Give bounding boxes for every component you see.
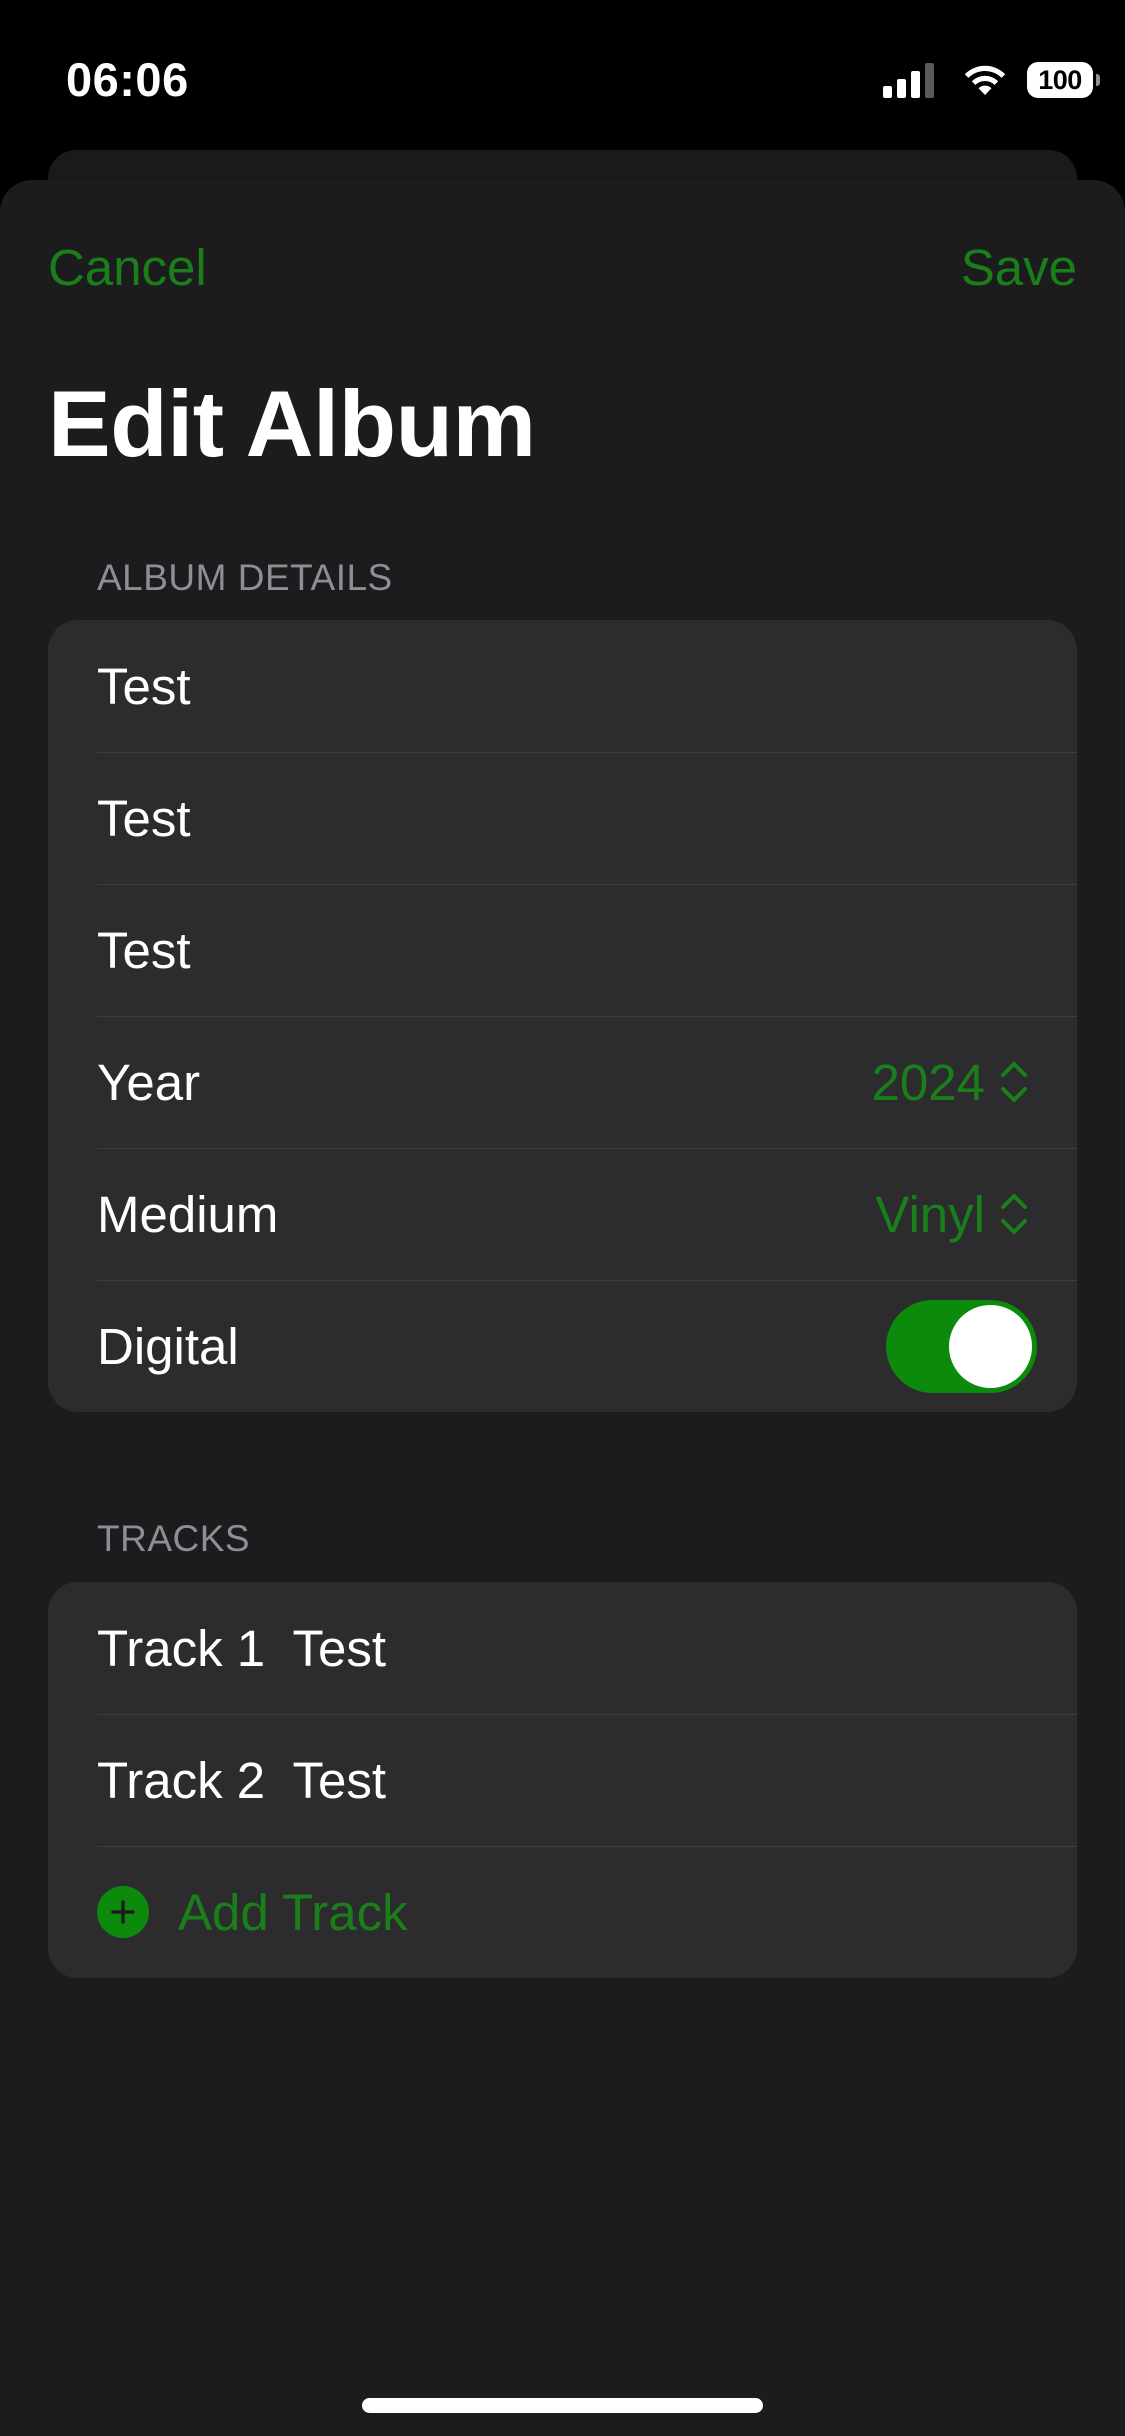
- year-label: Year: [97, 1053, 201, 1111]
- digital-toggle[interactable]: [886, 1299, 1037, 1393]
- digital-label: Digital: [97, 1317, 239, 1375]
- tracks-group: Track 1 Test Track 2 Test Add Track: [48, 1582, 1077, 1978]
- track-label: Track 2 Test: [97, 1751, 387, 1809]
- page-title: Edit Album: [48, 371, 536, 476]
- medium-picker-row[interactable]: Medium Vinyl: [48, 1148, 1077, 1280]
- battery-icon: 100: [1027, 62, 1100, 98]
- add-track-label: Add Track: [178, 1883, 408, 1941]
- cancel-button[interactable]: Cancel: [48, 238, 207, 297]
- medium-value: Vinyl: [875, 1185, 985, 1243]
- album-genre-field[interactable]: Test: [48, 884, 1077, 1016]
- status-time: 06:06: [66, 53, 189, 106]
- medium-label: Medium: [97, 1185, 279, 1243]
- tracks-header: TRACKS: [97, 1518, 251, 1559]
- track-label: Track 1 Test: [97, 1619, 387, 1677]
- album-title-field[interactable]: Test: [48, 620, 1077, 752]
- chevron-up-down-icon: [1001, 1194, 1027, 1234]
- album-details-group: Test Test Test Year 2024 Medium Vinyl Di…: [48, 620, 1077, 1412]
- cellular-signal-icon: [883, 62, 939, 98]
- field-value: Test: [97, 921, 191, 979]
- year-value: 2024: [871, 1053, 985, 1111]
- field-value: Test: [97, 789, 191, 847]
- year-picker-row[interactable]: Year 2024: [48, 1016, 1077, 1148]
- status-bar: 06:06 100: [0, 0, 1125, 150]
- track-row[interactable]: Track 2 Test: [48, 1714, 1077, 1846]
- toggle-knob: [949, 1304, 1032, 1388]
- album-details-header: ALBUM DETAILS: [97, 557, 393, 598]
- chevron-up-down-icon: [1001, 1062, 1027, 1102]
- plus-circle-icon: [97, 1886, 149, 1938]
- track-row[interactable]: Track 1 Test: [48, 1582, 1077, 1714]
- digital-toggle-row: Digital: [48, 1280, 1077, 1412]
- edit-album-sheet: Cancel Save Edit Album ALBUM DETAILS Tes…: [0, 180, 1125, 2436]
- field-value: Test: [97, 657, 191, 715]
- save-button[interactable]: Save: [961, 238, 1077, 297]
- status-icons: 100: [883, 58, 1100, 102]
- screen: 06:06 100 Cancel Save Edit Album ALBUM D…: [0, 0, 1125, 2436]
- medium-picker[interactable]: Vinyl: [875, 1185, 1029, 1244]
- year-picker[interactable]: 2024: [872, 1053, 1029, 1112]
- add-track-button[interactable]: Add Track: [48, 1846, 1077, 1978]
- home-indicator[interactable]: [362, 2398, 763, 2413]
- album-artist-field[interactable]: Test: [48, 752, 1077, 884]
- wifi-icon: [964, 65, 1006, 95]
